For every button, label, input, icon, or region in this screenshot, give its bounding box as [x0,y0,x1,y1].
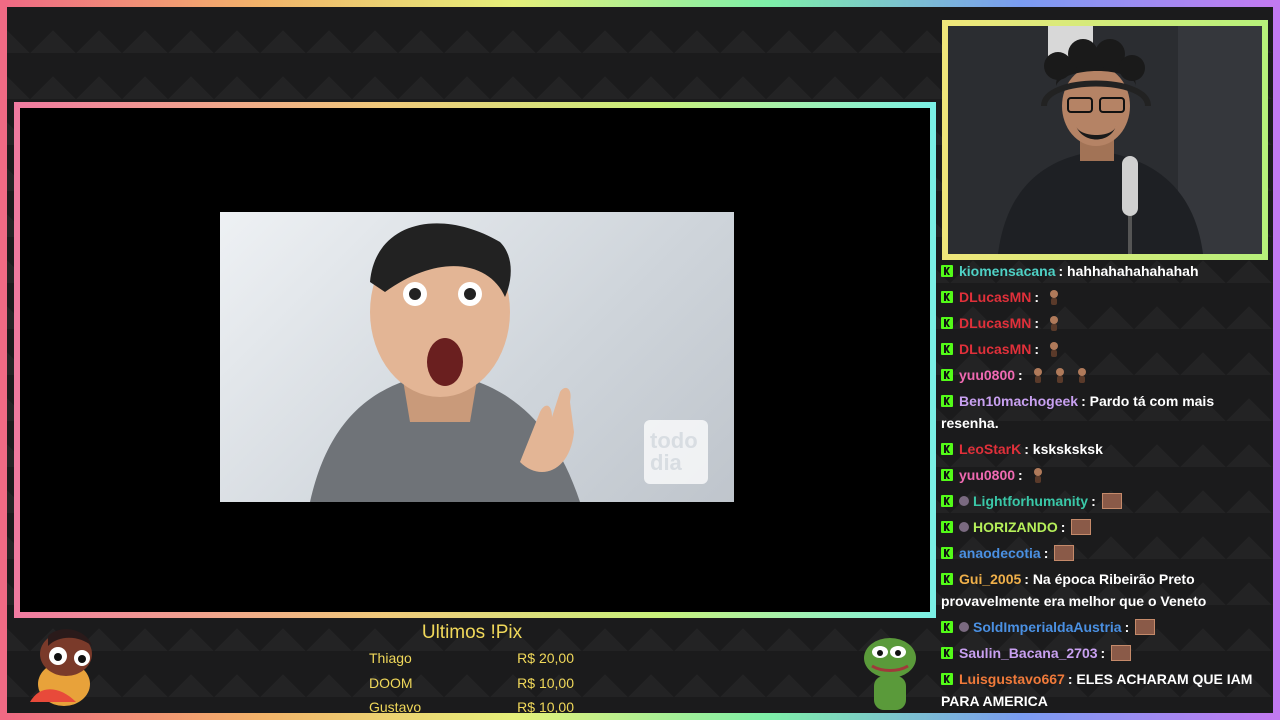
user-badge-icon [959,522,969,532]
kick-badge-icon [941,369,953,381]
chat-username[interactable]: HORIZANDO [973,519,1058,535]
kick-badge-icon [941,317,953,329]
main-video-player[interactable]: todo dia [20,108,930,612]
chat-username[interactable]: Gui_2005 [959,571,1021,587]
kick-badge-icon [941,495,953,507]
streamer-image [948,26,1262,254]
chat-emote-icon [1071,519,1092,535]
todo-dia-logo: todo dia [644,420,708,484]
kick-badge-icon [941,265,953,277]
chat-emote-icon [1050,342,1059,357]
pix-entry-amount: R$ 10,00 [517,674,574,691]
kick-badge-icon [941,547,953,559]
chat-message: kiomensacana: hahhahahahahahah [941,258,1271,284]
kick-badge-icon [941,573,953,585]
chat-message: DLucasMN: [941,284,1271,310]
mascot-left-image [30,629,92,706]
chat-message-text: : [1124,619,1130,635]
kick-badge-icon [941,647,953,659]
chat-emote-icon [1111,645,1132,661]
chat-username[interactable]: yuu0800 [959,467,1015,483]
chat-message: yuu0800: [941,362,1271,388]
chat-message-text: : hahhahahahahahah [1058,263,1199,279]
chat-message-text: : [1018,367,1023,383]
chat-username[interactable]: kiomensacana [959,263,1056,279]
kick-badge-icon [941,395,953,407]
kick-badge-icon [941,291,953,303]
chat-emote-icon [1135,619,1156,635]
chat-emote-icon [1055,368,1064,383]
pix-entry: Gustavo R$ 10,00 [362,695,582,720]
chat-emote-icon [1033,468,1042,483]
chat-emote-icon [1050,290,1059,305]
chat-emote-icon [1101,493,1122,509]
pix-entry: Thiago R$ 20,00 [362,646,582,671]
chat-username[interactable]: DLucasMN [959,289,1031,305]
chat-message: Luisgustavo667: ELES ACHARAM QUE IAM PAR… [941,666,1271,714]
chat-message: yuu0800: [941,462,1271,488]
kick-badge-icon [941,521,953,533]
kick-badge-icon [941,673,953,685]
pix-title: Ultimos !Pix [421,622,523,643]
pepe-frog-image [864,638,916,710]
video-clip: todo dia [220,212,734,502]
chat-emote-icon [1054,545,1075,561]
chat-username[interactable]: LeoStarK [959,441,1021,457]
pix-entry-name: Thiago [369,650,412,666]
chat-message-text: : [1034,341,1040,357]
chat-message: HORIZANDO: [941,514,1271,540]
chat-username[interactable]: DLucasMN [959,315,1031,331]
chat-username[interactable]: anaodecotia [959,545,1041,561]
chat-username[interactable]: Luisgustavo667 [959,671,1065,687]
chat-message: LeoStarK: ksksksksk [941,436,1271,462]
pix-entry-name: Gustavo [369,699,422,715]
chat-message: anaodecotia: [941,540,1271,566]
chat-message-text: : [1018,467,1023,483]
chat-message: Lightforhumanity: [941,488,1271,514]
main-video-frame: todo dia [14,102,936,618]
pix-entry-amount: R$ 10,00 [517,699,574,715]
chat-username[interactable]: Ben10machogeek [959,393,1078,409]
chat-emote-icon [1077,368,1086,383]
kick-badge-icon [941,469,953,481]
chat-message-text: : [1060,519,1066,535]
chat-message: Saulin_Bacana_2703: [941,640,1271,666]
chat-username[interactable]: Saulin_Bacana_2703 [959,645,1098,661]
chat-message-text: : [1043,545,1049,561]
kick-badge-icon [941,343,953,355]
user-badge-icon [959,496,969,506]
chat-message-text: : [1091,493,1096,509]
chat-username[interactable]: Lightforhumanity [973,493,1088,509]
chat-username[interactable]: SoldImperialdaAustria [973,619,1122,635]
chat-message: DLucasMN: [941,336,1271,362]
pix-entry-name: DOOM [369,674,413,691]
chat-message-text: : [1034,315,1040,331]
pix-entry: DOOM R$ 10,00 [362,671,582,696]
kick-badge-icon [941,443,953,455]
chat-emote-icon [1033,368,1042,383]
chat-message-text: : ksksksksk [1024,441,1103,457]
surprised-man-image [310,223,580,502]
pix-panel: Ultimos !Pix Thiago R$ 20,00 DOOM R$ 10,… [362,622,582,715]
chat-message: Gui_2005: Na época Ribeirão Preto provav… [941,566,1271,614]
chat-username[interactable]: yuu0800 [959,367,1015,383]
kick-badge-icon [941,621,953,633]
chat-message: DLucasMN: [941,310,1271,336]
chat-message-text: : [1100,645,1106,661]
user-badge-icon [959,622,969,632]
webcam-feed [948,26,1262,254]
chat-emote-icon [1050,316,1059,331]
chat-message: Ben10machogeek: Pardo tá com mais resenh… [941,388,1271,436]
chat-panel: kiomensacana: hahhahahahahahah DLucasMN: D… [941,258,1271,714]
chat-message: SoldImperialdaAustria: [941,614,1271,640]
pix-entry-amount: R$ 20,00 [517,650,574,666]
chat-username[interactable]: DLucasMN [959,341,1031,357]
chat-message-text: : [1034,289,1040,305]
webcam-frame [942,20,1268,260]
